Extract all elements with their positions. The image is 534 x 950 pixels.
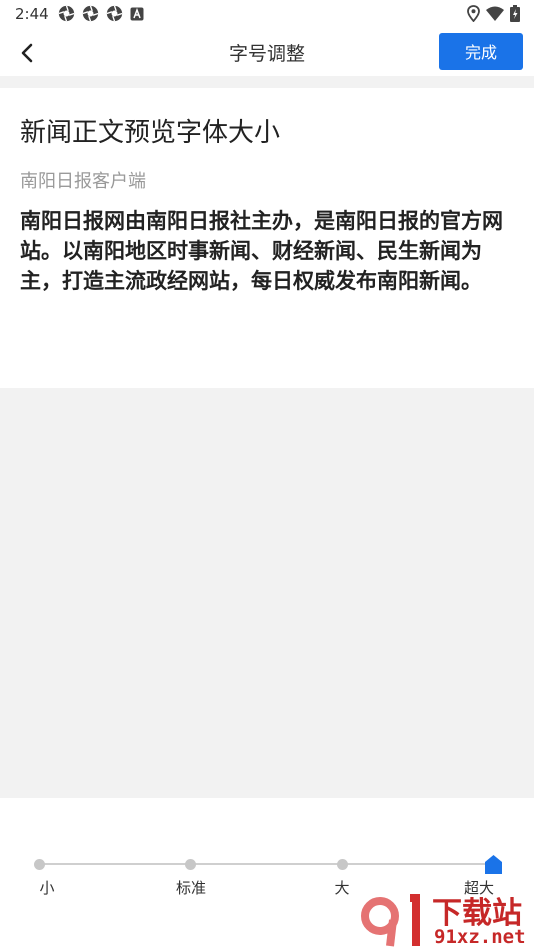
slider-label-standard[interactable]: 标准 [176, 877, 206, 898]
slider-thumb-icon [485, 855, 502, 874]
aperture-icon [82, 5, 99, 22]
slider-track[interactable] [40, 863, 493, 865]
font-a-icon [130, 7, 144, 21]
notification-icons [58, 5, 144, 22]
font-preview-card: 新闻正文预览字体大小 南阳日报客户端 南阳日报网由南阳日报社主办，是南阳日报的官… [0, 88, 534, 388]
slider-stop-standard[interactable] [185, 859, 196, 870]
slider-thumb[interactable] [485, 855, 502, 878]
app-header: 字号调整 完成 [0, 28, 534, 76]
location-pin-icon [467, 5, 480, 22]
wifi-icon [486, 6, 504, 21]
slider-label-large[interactable]: 大 [334, 877, 349, 898]
preview-body: 南阳日报网由南阳日报社主办，是南阳日报的官方网站。以南阳地区时事新闻、财经新闻、… [20, 209, 503, 293]
done-button[interactable]: 完成 [439, 33, 523, 70]
slider-label-small[interactable]: 小 [39, 877, 54, 898]
watermark-logo-icon [361, 894, 420, 947]
status-bar: 2:44 [0, 0, 534, 28]
preview-title: 新闻正文预览字体大小 [20, 118, 281, 148]
watermark: 下载站 91xz.net [360, 886, 534, 950]
slider-stop-large[interactable] [337, 859, 348, 870]
aperture-icon [58, 5, 75, 22]
battery-charging-icon [510, 5, 520, 22]
system-icons [467, 5, 520, 22]
preview-source: 南阳日报客户端 [20, 171, 146, 192]
watermark-domain: 91xz.net [434, 926, 526, 948]
status-time: 2:44 [15, 5, 49, 23]
slider-stop-small[interactable] [34, 859, 45, 870]
aperture-icon [106, 5, 123, 22]
